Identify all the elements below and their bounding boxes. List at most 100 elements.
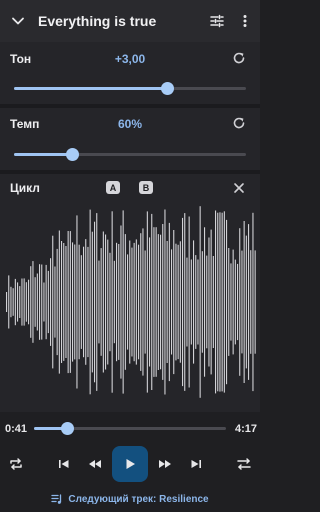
total-time: 4:17 [235,423,258,435]
waveform-bar [41,264,43,340]
waveform-bar [100,248,102,356]
waveform-bar [133,242,135,362]
waveform-bar [94,221,96,383]
close-icon [234,183,244,193]
waveform-bar [74,244,76,360]
waveform-bar [254,250,256,354]
slider-thumb[interactable] [161,82,175,95]
waveform-bar [199,206,201,398]
more-options-button[interactable] [232,0,258,42]
waveform-bar [210,229,212,375]
waveform-bar [149,237,151,367]
waveform-bar [17,282,19,322]
waveform-bar [116,242,118,362]
repeat-icon [10,458,22,470]
waveform-bar [232,249,234,355]
fast-forward-button[interactable] [155,455,175,473]
waveform-bar [56,248,58,356]
waveform-bar [217,212,219,392]
chevron-down-icon [12,17,24,25]
tempo-reset-button[interactable] [231,115,247,131]
waveform-bar [208,237,210,367]
waveform-bar [61,241,63,363]
current-time: 0:41 [5,423,28,435]
waveform-bar [184,213,186,391]
loop-close-button[interactable] [231,180,247,196]
reset-icon [233,117,245,129]
waveform-bar [39,264,41,340]
swap-arrows-icon [237,458,251,470]
equalizer-button[interactable] [202,0,232,42]
waveform-bar [87,246,89,358]
repeat-button[interactable] [6,455,26,473]
waveform-bar [72,242,74,362]
tempo-label: Темп [10,117,40,131]
waveform-bar [155,227,157,377]
loop-point-b-button[interactable]: B [139,181,153,194]
waveform-bar [113,260,115,344]
waveform-bar [14,278,16,326]
waveform-bar [96,213,98,391]
waveform-bar [204,227,206,377]
waveform-bar [91,231,93,373]
waveform-bar [160,234,162,370]
waveform-bar [50,258,52,346]
waveform-bar [228,248,230,356]
waveform-bar [25,282,27,322]
waveform-bar [142,228,144,376]
waveform-bar [188,216,190,388]
play-button[interactable] [112,446,148,482]
waveform-bar [10,286,12,318]
pitch-value[interactable]: +3,00 [100,52,160,66]
rewind-button[interactable] [85,455,105,473]
swap-order-button[interactable] [234,455,254,473]
waveform-bar [28,279,30,325]
waveform-bar [146,211,148,393]
waveform-bar [239,228,241,376]
waveform-bar [186,257,188,347]
slider-fill [14,153,72,156]
waveform[interactable] [0,206,260,406]
pitch-label: Тон [10,52,32,66]
tempo-slider[interactable] [14,146,246,162]
waveform-bar [237,263,239,341]
previous-track-button[interactable] [55,455,73,473]
loop-point-a-button[interactable]: A [106,181,120,194]
waveform-bar [21,278,23,326]
tempo-value[interactable]: 60% [100,117,160,131]
waveform-bar [144,250,146,354]
pitch-reset-button[interactable] [231,50,247,66]
next-track-link[interactable]: Следующий трек: Resilience [0,490,260,508]
slider-thumb[interactable] [66,148,79,161]
waveform-bar [138,244,140,360]
more-vertical-icon [243,15,247,27]
waveform-bar [219,212,221,392]
waveform-bar [32,261,34,343]
waveform-bar [131,247,133,357]
waveform-bar [76,215,78,389]
waveform-bar [162,224,164,380]
waveform-bar [19,286,21,318]
waveform-bar [157,234,159,370]
waveform-bar [102,231,104,373]
waveform-bar [98,260,100,344]
waveform-bar [223,211,225,393]
waveform-bar [166,241,168,363]
waveform-bar [83,246,85,358]
skip-previous-icon [59,460,69,468]
waveform-bar [65,246,67,358]
waveform-bar [140,233,142,371]
waveform-bar [36,273,38,331]
slider-thumb[interactable] [60,422,74,435]
seek-slider[interactable] [34,420,226,436]
next-track-button[interactable] [187,455,205,473]
back-button[interactable] [4,0,32,42]
waveform-bar [12,288,14,316]
waveform-bar [252,212,254,392]
waveform-bar [78,244,80,360]
waveform-bar [175,243,177,361]
queue-music-icon [51,493,63,505]
waveform-bar [111,211,113,393]
waveform-bar [234,259,236,345]
pitch-slider[interactable] [14,80,246,96]
